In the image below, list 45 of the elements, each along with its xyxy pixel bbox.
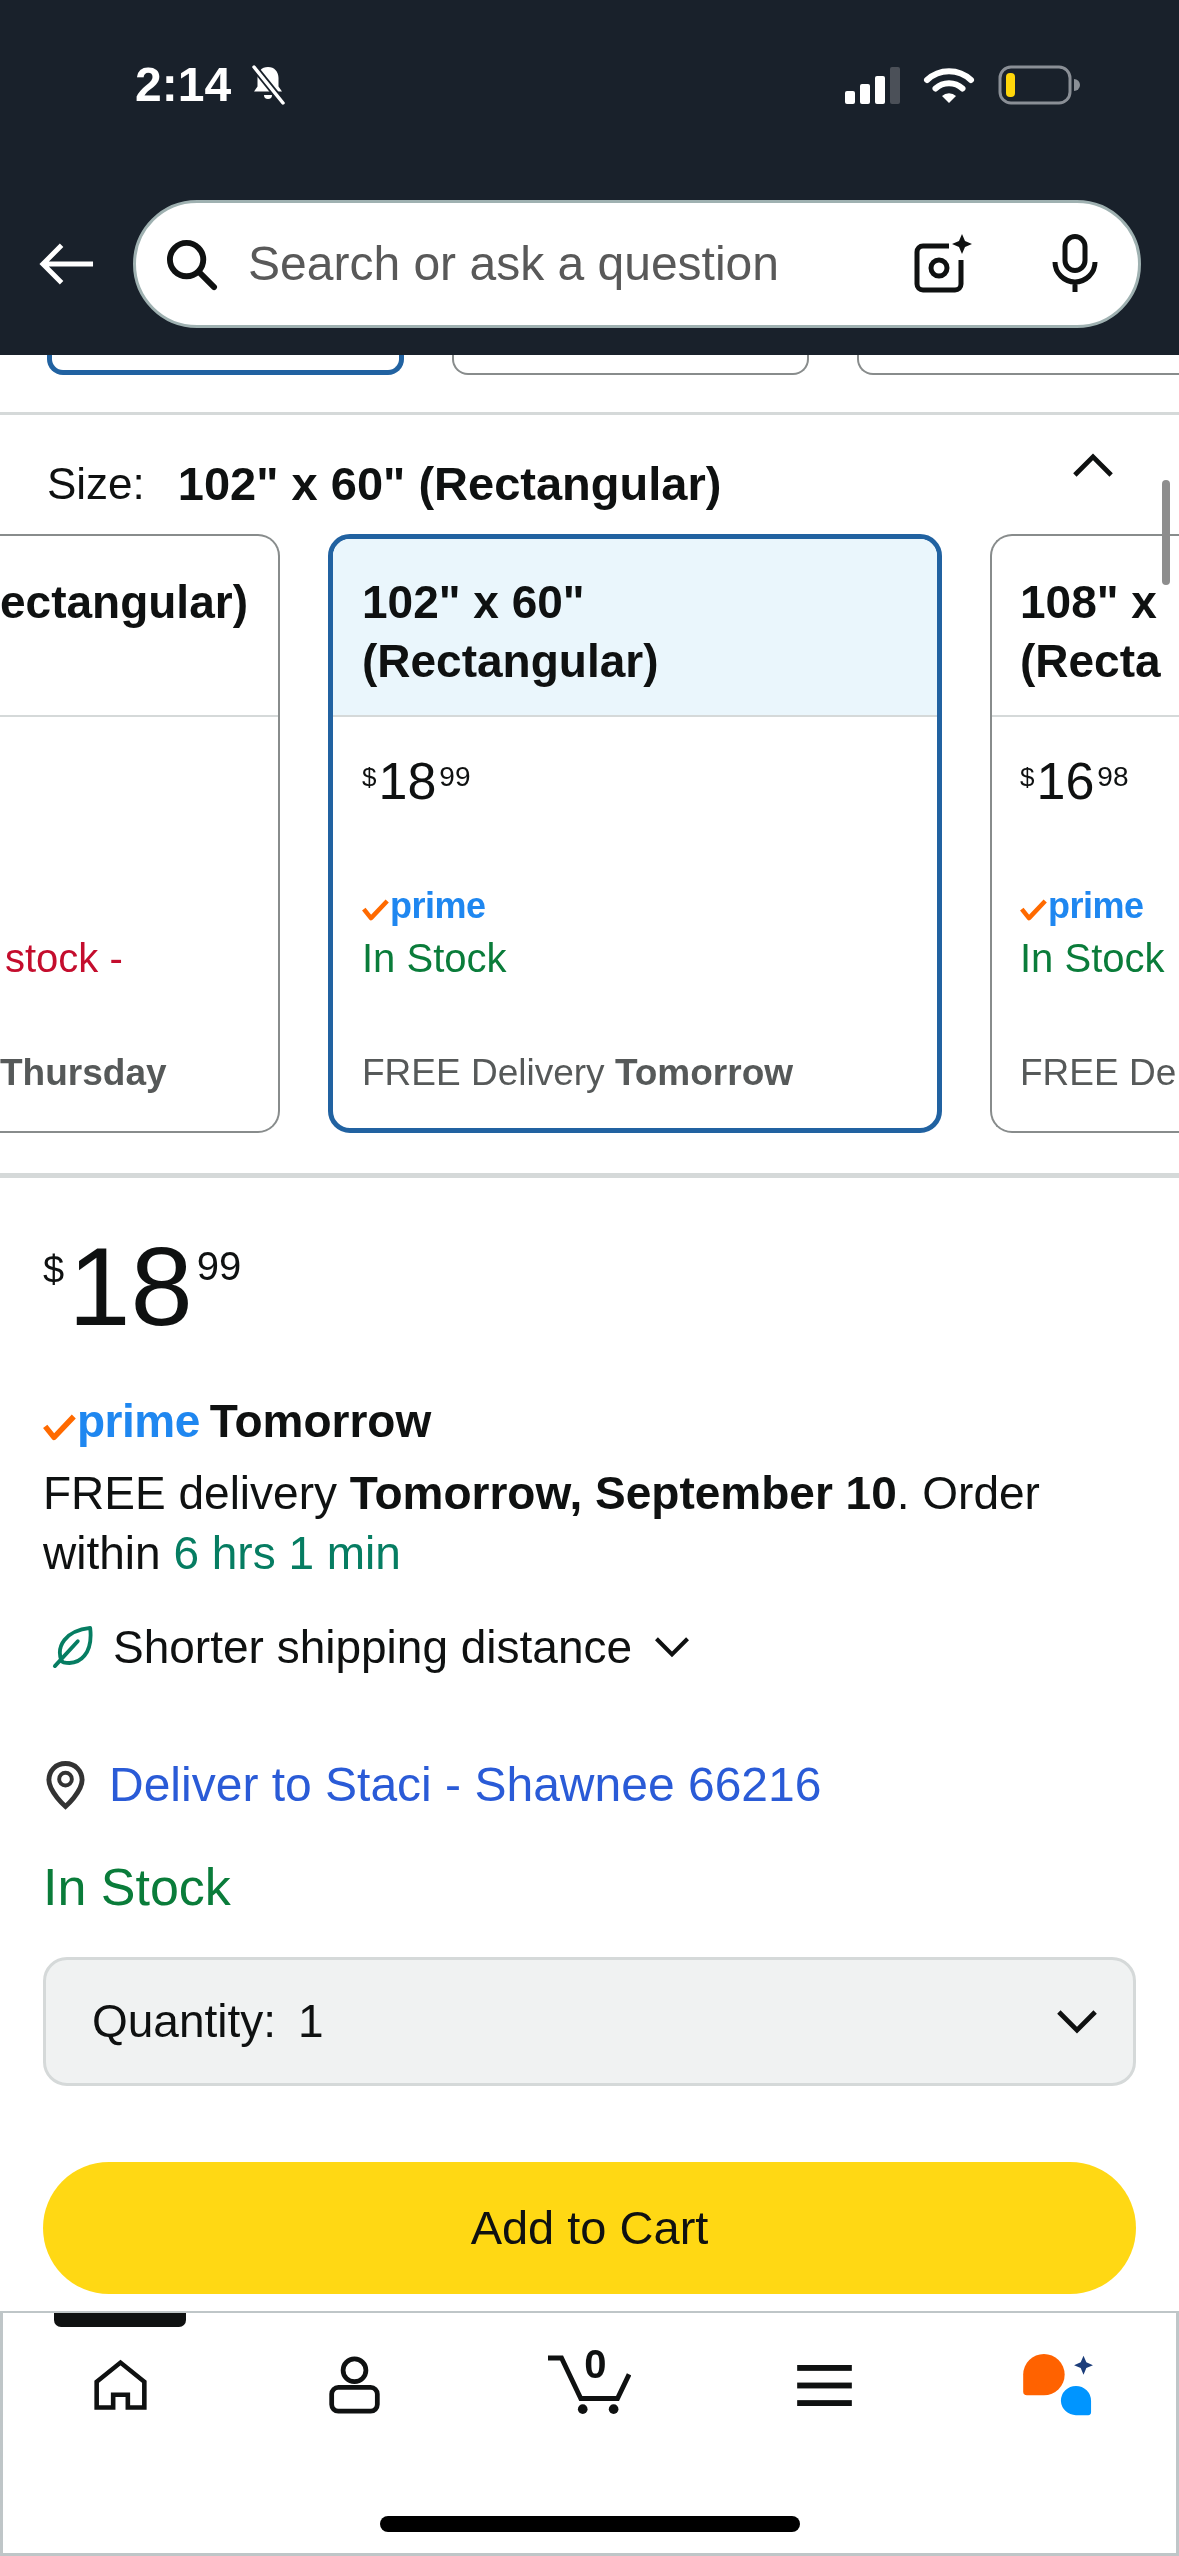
microphone-icon[interactable] bbox=[1050, 234, 1100, 294]
status-time: 2:14 bbox=[135, 61, 232, 109]
search-field[interactable]: Search or ask a question bbox=[248, 228, 913, 300]
search-bar[interactable]: Search or ask a question bbox=[133, 200, 1141, 328]
back-icon[interactable] bbox=[38, 241, 95, 287]
delivery-day: Tomorrow bbox=[209, 1398, 432, 1444]
option-name: 102" x 60" (Rectangular) bbox=[362, 575, 660, 689]
size-option-card[interactable]: ectangular) stock - Thursday bbox=[0, 534, 280, 1133]
stock-status: In Stock bbox=[362, 936, 507, 980]
check-icon bbox=[43, 1413, 76, 1441]
shipping-info-toggle[interactable]: Shorter shipping distance bbox=[113, 1619, 691, 1675]
option-card[interactable] bbox=[857, 355, 1179, 375]
chevron-down-icon bbox=[1056, 2009, 1098, 2034]
delivery-text: Thursday bbox=[0, 1052, 167, 1093]
delivery-message: FREE delivery Tomorrow, September 10. Order within 6 hrs 1 min bbox=[43, 1466, 1041, 1581]
search-icon bbox=[165, 237, 218, 291]
check-icon bbox=[1020, 898, 1047, 921]
deliver-to-link[interactable]: Deliver to Staci - Shawnee 66216 bbox=[109, 1755, 822, 1815]
signal-icon bbox=[845, 66, 900, 104]
option-name: 108" x (Recta bbox=[1020, 575, 1162, 689]
size-label: Size: bbox=[47, 458, 145, 510]
leaf-icon bbox=[52, 1625, 94, 1669]
add-to-cart-button[interactable]: Add to Cart bbox=[43, 2162, 1136, 2294]
check-icon bbox=[362, 898, 389, 921]
prime-label: prime bbox=[390, 887, 486, 924]
stock-status: stock - bbox=[5, 936, 123, 980]
option-name: ectangular) bbox=[0, 575, 248, 630]
option-card[interactable] bbox=[452, 355, 809, 375]
chevron-up-icon[interactable] bbox=[1072, 452, 1114, 478]
prime-label: prime bbox=[1048, 887, 1144, 924]
location-pin-icon bbox=[45, 1760, 86, 1810]
battery-icon bbox=[998, 65, 1080, 105]
stock-status: In Stock bbox=[1020, 936, 1165, 980]
size-value: 102" x 60" (Rectangular) bbox=[177, 456, 722, 512]
option-card[interactable] bbox=[47, 355, 404, 375]
delivery-text: FREE De bbox=[1020, 1052, 1177, 1093]
quantity-dropdown[interactable]: Quantity: 1 bbox=[43, 1957, 1136, 2086]
stock-status: In Stock bbox=[43, 1857, 232, 1918]
camera-icon[interactable] bbox=[913, 234, 973, 294]
person-icon[interactable] bbox=[328, 2356, 382, 2414]
home-icon[interactable] bbox=[92, 2358, 148, 2412]
delivery-text: FREE Delivery Tomorrow bbox=[362, 1052, 794, 1093]
menu-icon[interactable] bbox=[796, 2364, 852, 2406]
cart-count: 0 bbox=[584, 2344, 607, 2384]
wifi-icon bbox=[923, 66, 975, 104]
